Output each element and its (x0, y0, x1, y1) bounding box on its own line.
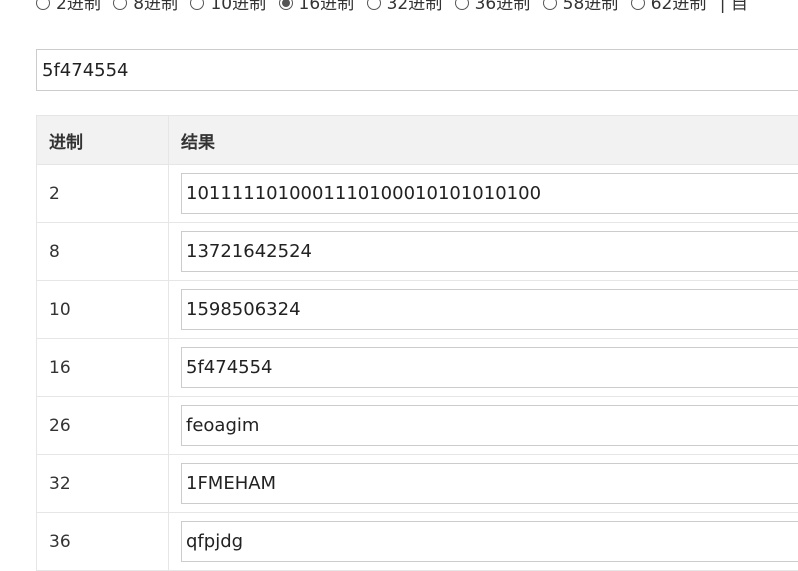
header-base: 进制 (37, 116, 169, 165)
radix-option-8[interactable]: 8进制 (106, 0, 178, 20)
header-result: 结果 (169, 116, 798, 165)
number-input[interactable] (36, 49, 798, 91)
radix-option-label: 2进制 (56, 0, 101, 14)
table-row: 36 (37, 513, 798, 571)
radix-option-10[interactable]: 10进制 (183, 0, 266, 20)
result-field[interactable] (181, 231, 798, 272)
table-row: 32 (37, 455, 798, 513)
radix-option-32[interactable]: 32进制 (360, 0, 443, 20)
radix-option-label: 16进制 (299, 0, 355, 14)
radio-button[interactable] (190, 0, 204, 10)
radix-option-label: 36进制 (475, 0, 531, 14)
row-base: 2 (37, 165, 169, 223)
radix-separator: | 自 (720, 0, 748, 14)
radix-option-label: 8进制 (133, 0, 178, 14)
result-field[interactable] (181, 347, 798, 388)
row-base: 10 (37, 281, 169, 339)
table-row: 26 (37, 397, 798, 455)
radix-option-label: 32进制 (387, 0, 443, 14)
radio-button[interactable] (113, 0, 127, 10)
table-row: 10 (37, 281, 798, 339)
result-field[interactable] (181, 463, 798, 504)
radix-option-36[interactable]: 36进制 (448, 0, 531, 20)
conversion-results-table: 进制 结果 2 8 10 16 26 32 36 (36, 115, 798, 571)
result-field[interactable] (181, 289, 798, 330)
table-row: 8 (37, 223, 798, 281)
radio-button[interactable] (367, 0, 381, 10)
radix-option-58[interactable]: 58进制 (536, 0, 619, 20)
radio-button[interactable] (543, 0, 557, 10)
radio-button[interactable] (455, 0, 469, 10)
row-base: 16 (37, 339, 169, 397)
row-base: 26 (37, 397, 169, 455)
radix-option-label: 58进制 (563, 0, 619, 14)
result-field[interactable] (181, 521, 798, 562)
radix-option-2[interactable]: 2进制 (0, 0, 101, 20)
radix-option-label: 10进制 (210, 0, 266, 14)
row-base: 8 (37, 223, 169, 281)
radio-button[interactable] (631, 0, 645, 10)
radio-button-selected[interactable] (279, 0, 293, 10)
row-base: 32 (37, 455, 169, 513)
radio-button[interactable] (36, 0, 50, 10)
table-row: 16 (37, 339, 798, 397)
table-row: 2 (37, 165, 798, 223)
radix-option-62[interactable]: 62进制 (624, 0, 707, 20)
radix-option-16[interactable]: 16进制 (272, 0, 355, 20)
radix-option-label: 62进制 (651, 0, 707, 14)
radix-radio-group: 2进制 8进制 10进制 16进制 32进制 36进制 58进制 62进制 | … (0, 0, 798, 20)
result-field[interactable] (181, 405, 798, 446)
result-field[interactable] (181, 173, 798, 214)
table-header-row: 进制 结果 (37, 116, 798, 165)
row-base: 36 (37, 513, 169, 571)
